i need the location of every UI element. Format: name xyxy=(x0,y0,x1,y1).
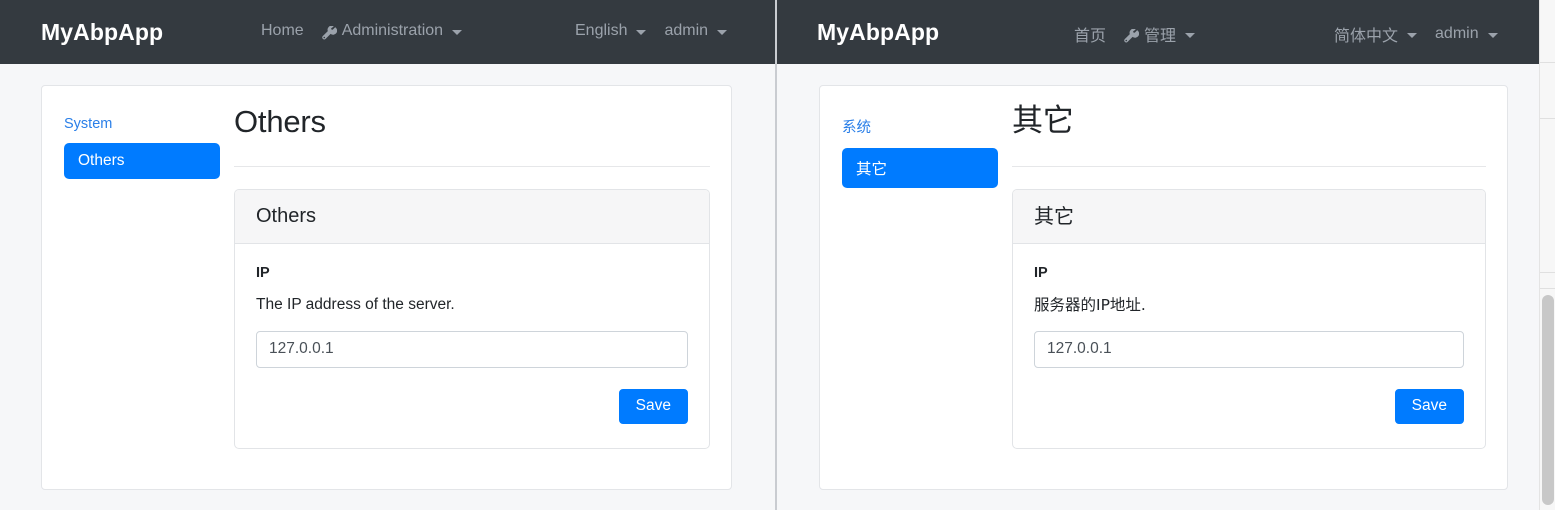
settings-card-header: Others xyxy=(235,189,709,244)
scrollbar-tick xyxy=(1540,118,1555,119)
browser-pane-english: MyAbpApp Home Administration English adm… xyxy=(0,0,775,510)
sidebar-item-others[interactable]: 其它 xyxy=(842,148,998,188)
navbar-right-menu: 简体中文 admin xyxy=(1334,22,1498,46)
settings-content: Others Others IP The IP address of the s… xyxy=(234,86,731,450)
page-title: 其它 xyxy=(1012,103,1074,139)
sidebar-group-title-system[interactable]: System xyxy=(42,116,234,132)
language-label: 简体中文 xyxy=(1334,26,1399,45)
nav-administration-dropdown[interactable]: 管理 xyxy=(1124,22,1196,46)
ip-field-description: 服务器的IP地址. xyxy=(1034,296,1146,315)
nav-home-link[interactable]: Home xyxy=(261,22,304,40)
language-label: English xyxy=(575,22,628,39)
settings-content: 其它 其它 IP 服务器的IP地址. Save xyxy=(1012,86,1507,450)
chevron-down-icon xyxy=(636,29,647,35)
others-settings-card: Others IP The IP address of the server. … xyxy=(234,188,710,450)
nav-administration-label: Administration xyxy=(341,22,444,39)
nav-home-label: 首页 xyxy=(1074,26,1107,45)
settings-page-card: 系统 其它 其它 其它 IP 服务器的IP地址. Save xyxy=(819,85,1508,490)
navbar-chinese: MyAbpApp 首页 管理 简体中文 admin xyxy=(777,0,1555,64)
ip-input[interactable] xyxy=(256,330,688,368)
user-menu-dropdown[interactable]: admin xyxy=(664,22,728,40)
sidebar-group-title-system[interactable]: 系统 xyxy=(820,116,1012,137)
settings-card-actions: Save xyxy=(1034,388,1464,425)
ip-field-description: The IP address of the server. xyxy=(256,296,455,314)
scrollbar-tick xyxy=(1540,272,1555,273)
settings-card-body: IP 服务器的IP地址. Save xyxy=(1013,244,1485,449)
sidebar-item-others[interactable]: Others xyxy=(64,143,220,179)
save-button[interactable]: Save xyxy=(618,388,688,425)
nav-home-label: Home xyxy=(261,22,304,39)
language-switcher-dropdown[interactable]: English xyxy=(575,22,647,40)
page-scrollbar[interactable] xyxy=(1539,0,1555,510)
settings-card-actions: Save xyxy=(256,388,688,425)
scrollbar-tick xyxy=(1540,62,1555,63)
chevron-down-icon xyxy=(1407,32,1418,38)
scrollbar-tick xyxy=(1540,288,1555,289)
title-divider xyxy=(1012,165,1486,167)
wrench-icon xyxy=(322,25,337,41)
navbar-english: MyAbpApp Home Administration English adm… xyxy=(0,0,775,64)
others-settings-card: 其它 IP 服务器的IP地址. Save xyxy=(1012,188,1486,450)
page-title: Others xyxy=(234,104,326,139)
browser-pane-chinese: MyAbpApp 首页 管理 简体中文 admin 系统 其它 其它 其它 IP… xyxy=(777,0,1555,510)
settings-card-header: 其它 xyxy=(1013,189,1485,244)
navbar-right-menu: English admin xyxy=(575,22,728,40)
chevron-down-icon xyxy=(1185,32,1196,38)
ip-field-label: IP xyxy=(1034,264,1048,281)
chevron-down-icon xyxy=(1487,32,1498,38)
scrollbar-thumb[interactable] xyxy=(1542,295,1554,505)
nav-administration-label: 管理 xyxy=(1144,26,1177,45)
wrench-icon xyxy=(1124,28,1140,44)
user-menu-dropdown[interactable]: admin xyxy=(1435,25,1498,43)
chevron-down-icon xyxy=(717,29,728,35)
title-divider xyxy=(234,165,710,167)
brand-logo[interactable]: MyAbpApp xyxy=(41,19,163,46)
language-switcher-dropdown[interactable]: 简体中文 xyxy=(1334,22,1418,46)
settings-sidebar: 系统 其它 xyxy=(820,86,1012,188)
save-button[interactable]: Save xyxy=(1394,388,1464,425)
settings-sidebar: System Others xyxy=(42,86,234,179)
nav-home-link[interactable]: 首页 xyxy=(1074,22,1106,46)
navbar-main-menu: 首页 管理 xyxy=(1074,22,1196,46)
user-label: admin xyxy=(664,22,709,39)
user-label: admin xyxy=(1435,25,1479,42)
ip-field-label: IP xyxy=(256,264,270,281)
brand-logo[interactable]: MyAbpApp xyxy=(817,19,939,46)
chevron-down-icon xyxy=(452,29,463,35)
nav-administration-dropdown[interactable]: Administration xyxy=(322,22,463,41)
navbar-main-menu: Home Administration xyxy=(261,22,463,41)
settings-page-card: System Others Others Others IP The IP ad… xyxy=(41,85,732,490)
ip-input[interactable] xyxy=(1034,330,1464,368)
dual-pane-comparison-screenshot: MyAbpApp Home Administration English adm… xyxy=(0,0,1555,510)
settings-card-body: IP The IP address of the server. Save xyxy=(235,244,709,449)
